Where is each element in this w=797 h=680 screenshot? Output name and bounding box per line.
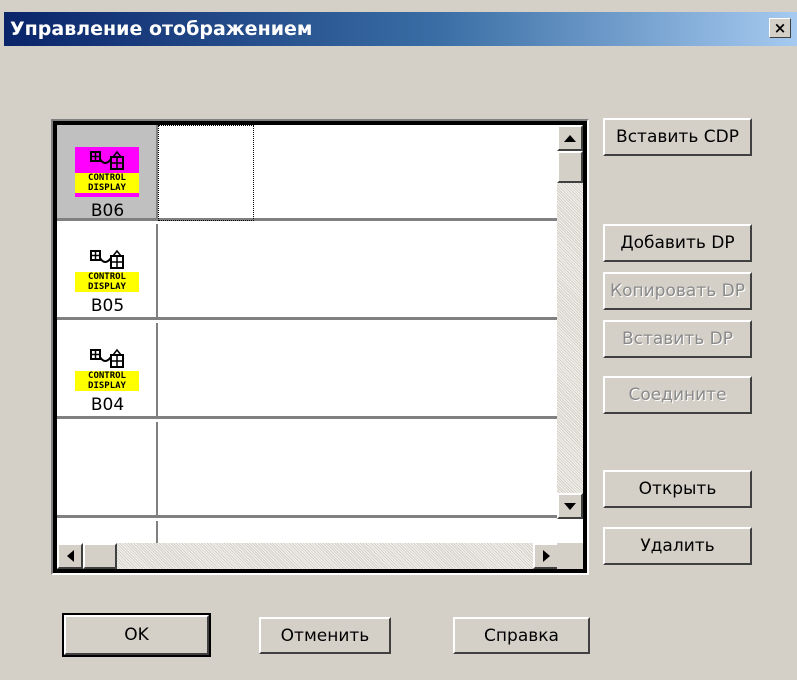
arrow-down-icon <box>564 502 576 510</box>
icon-label-control: CONTROL <box>75 272 139 282</box>
arrow-left-icon <box>66 550 74 562</box>
list-row-empty[interactable] <box>57 422 559 518</box>
icon-label-control: CONTROL <box>75 371 139 381</box>
scroll-right-button[interactable] <box>533 543 559 569</box>
row-icon-cell[interactable] <box>57 422 158 515</box>
scroll-up-button[interactable] <box>557 125 583 151</box>
scroll-left-button[interactable] <box>57 543 83 569</box>
horizontal-scrollbar[interactable] <box>57 543 559 569</box>
window-title: Управление отображением <box>10 18 313 40</box>
cancel-button[interactable]: Отменить <box>259 617 391 654</box>
control-display-icon: CONTROL DISPLAY <box>75 147 139 197</box>
icon-label-display: DISPLAY <box>75 183 139 193</box>
open-button[interactable]: Открыть <box>603 470 752 508</box>
icon-label-display: DISPLAY <box>75 381 139 391</box>
close-button[interactable]: × <box>769 18 791 38</box>
display-list: CONTROL DISPLAY B06 CONTROL DISPLAY B05 … <box>51 119 589 575</box>
horizontal-scroll-thumb[interactable] <box>83 543 117 569</box>
control-display-icon: CONTROL DISPLAY <box>75 345 139 395</box>
display-list-content: CONTROL DISPLAY B06 CONTROL DISPLAY B05 … <box>53 121 587 573</box>
scroll-down-button[interactable] <box>557 493 583 519</box>
control-display-icon: CONTROL DISPLAY <box>75 246 139 296</box>
scrollbar-corner <box>557 543 583 569</box>
row-icon-cell[interactable]: CONTROL DISPLAY B05 <box>57 224 158 317</box>
device-glyph-icon <box>90 249 124 269</box>
row-icon-cell[interactable]: CONTROL DISPLAY B04 <box>57 323 158 416</box>
help-button[interactable]: Справка <box>453 617 590 654</box>
list-row-b05[interactable]: CONTROL DISPLAY B05 <box>57 224 559 320</box>
row-code: B06 <box>90 201 125 221</box>
row-content[interactable] <box>158 224 559 317</box>
icon-label-control: CONTROL <box>75 173 139 183</box>
insert-cdp-button[interactable]: Вставить CDP <box>603 118 752 156</box>
icon-label-display: DISPLAY <box>75 282 139 292</box>
row-content[interactable] <box>158 323 559 416</box>
add-dp-button[interactable]: Добавить DP <box>603 224 752 262</box>
paste-dp-button[interactable]: Вставить DP <box>603 320 752 358</box>
device-glyph-icon <box>90 348 124 368</box>
vertical-scroll-thumb[interactable] <box>557 151 583 183</box>
title-bar: Управление отображением × <box>4 12 797 46</box>
row-code: B05 <box>90 296 125 316</box>
close-icon: × <box>773 19 787 37</box>
row-content[interactable] <box>158 422 559 515</box>
vertical-scrollbar[interactable] <box>557 125 583 519</box>
copy-dp-button[interactable]: Копировать DP <box>603 272 752 310</box>
arrow-right-icon <box>542 550 550 562</box>
list-row-b06[interactable]: CONTROL DISPLAY B06 <box>57 125 559 221</box>
arrow-up-icon <box>564 134 576 142</box>
connect-button[interactable]: Соедините <box>603 376 752 414</box>
list-row-b04[interactable]: CONTROL DISPLAY B04 <box>57 323 559 419</box>
delete-button[interactable]: Удалить <box>603 527 752 565</box>
focus-cell[interactable] <box>158 125 254 221</box>
row-icon-cell[interactable]: CONTROL DISPLAY B06 <box>57 125 158 221</box>
row-code: B04 <box>90 395 125 415</box>
device-glyph-icon <box>90 150 124 170</box>
ok-button[interactable]: OK <box>62 613 211 657</box>
